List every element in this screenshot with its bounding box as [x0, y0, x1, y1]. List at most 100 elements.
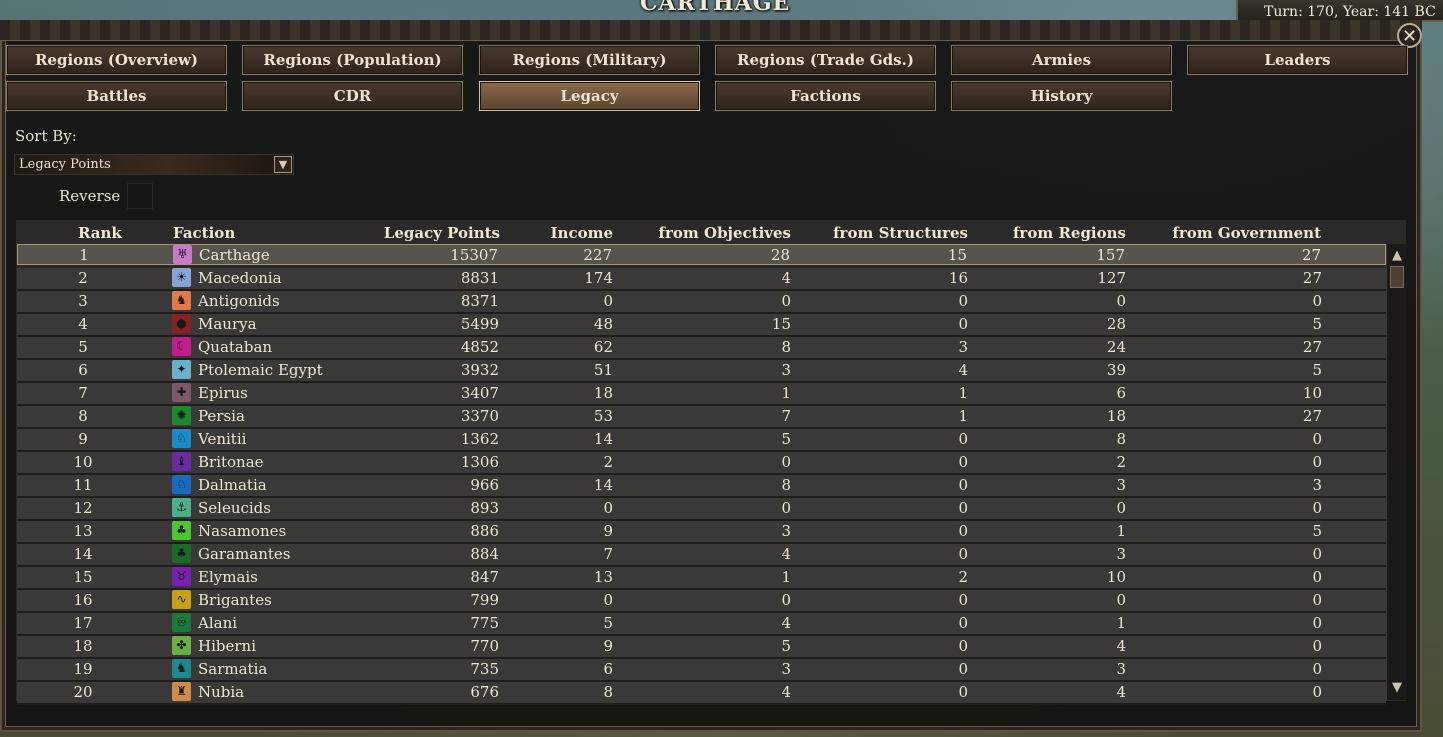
- from-objectives-cell: 8: [781, 476, 791, 494]
- legacy-points-cell: 893: [470, 499, 499, 517]
- tab-factions[interactable]: Factions: [715, 81, 936, 111]
- faction-name-cell[interactable]: Hiberni: [198, 637, 256, 655]
- table-row[interactable]: 3 ♞ Antigonids 8371 0 0 0 0 0: [17, 291, 1386, 314]
- legacy-points-cell: 8831: [460, 269, 499, 287]
- faction-name-cell[interactable]: Nasamones: [198, 522, 286, 540]
- tab-regions-trade-gds[interactable]: Regions (Trade Gds.): [715, 45, 936, 75]
- table-row[interactable]: 5 ☾ Quataban 4852 62 8 3 24 27: [17, 337, 1386, 360]
- tab-leaders[interactable]: Leaders: [1187, 45, 1408, 75]
- faction-name-cell[interactable]: Britonae: [198, 453, 264, 471]
- legacy-points-cell: 847: [470, 568, 499, 586]
- faction-name-cell[interactable]: Maurya: [198, 315, 257, 333]
- table-row[interactable]: 19 ♞ Sarmatia 735 6 3 0 3 0: [17, 659, 1386, 682]
- col-header-income[interactable]: Income: [551, 224, 613, 242]
- table-row[interactable]: 13 ♣ Nasamones 886 9 3 0 1 5: [17, 521, 1386, 544]
- tab-armies[interactable]: Armies: [951, 45, 1172, 75]
- faction-name-cell[interactable]: Elymais: [198, 568, 258, 586]
- table-row[interactable]: 9 ♘ Venitii 1362 14 5 0 8 0: [17, 429, 1386, 452]
- beast-icon: ♞: [172, 291, 191, 310]
- rank-cell: 19: [73, 660, 93, 678]
- faction-name-cell[interactable]: Macedonia: [198, 269, 282, 287]
- table-row[interactable]: 10 ♝ Britonae 1306 2 0 0 2 0: [17, 452, 1386, 475]
- table-row[interactable]: 7 ✚ Epirus 3407 18 1 1 6 10: [17, 383, 1386, 406]
- col-header-legacy-points[interactable]: Legacy Points: [384, 224, 500, 242]
- col-header-rank[interactable]: Rank: [78, 224, 122, 242]
- from-regions-cell: 28: [1106, 315, 1126, 333]
- table-row[interactable]: 17 ♾ Alani 775 5 4 0 1 0: [17, 613, 1386, 636]
- tab-battles[interactable]: Battles: [6, 81, 227, 111]
- table-row[interactable]: 15 ♉ Elymais 847 13 1 2 10 0: [17, 567, 1386, 590]
- tab-history[interactable]: History: [951, 81, 1172, 111]
- from-objectives-cell: 1: [781, 568, 791, 586]
- faction-name-cell[interactable]: Nubia: [198, 683, 244, 701]
- from-government-cell: 0: [1312, 683, 1322, 701]
- from-structures-cell: 1: [958, 384, 968, 402]
- tab-legacy[interactable]: Legacy: [479, 81, 700, 111]
- reverse-label: Reverse: [59, 187, 121, 205]
- faction-name-cell[interactable]: Seleucids: [198, 499, 271, 517]
- tab-regions-military[interactable]: Regions (Military): [479, 45, 700, 75]
- eagle-icon: ✚: [172, 383, 191, 402]
- table-row[interactable]: 4 ● Maurya 5499 48 15 0 28 5: [17, 314, 1386, 337]
- tree-icon: ♣: [172, 544, 191, 563]
- faction-name-cell[interactable]: Garamantes: [198, 545, 290, 563]
- tab-regions-overview[interactable]: Regions (Overview): [6, 45, 227, 75]
- from-structures-cell: 0: [958, 591, 968, 609]
- table-row[interactable]: 12 ⚓ Seleucids 893 0 0 0 0 0: [17, 498, 1386, 521]
- faction-name-cell[interactable]: Sarmatia: [198, 660, 267, 678]
- from-government-cell: 0: [1312, 430, 1322, 448]
- faction-name-cell[interactable]: Carthage: [199, 246, 270, 264]
- faction-name-cell[interactable]: Epirus: [198, 384, 248, 402]
- from-structures-cell: 0: [958, 499, 968, 517]
- table-row[interactable]: 20 ♜ Nubia 676 8 4 0 4 0: [17, 682, 1386, 705]
- panel-top-border: [0, 20, 1422, 41]
- col-header-faction[interactable]: Faction: [173, 224, 235, 242]
- scroll-thumb[interactable]: [1390, 266, 1404, 288]
- table-row[interactable]: 1 ♅ Carthage 15307 227 28 15 157 27: [17, 244, 1386, 265]
- income-cell: 48: [593, 315, 613, 333]
- from-structures-cell: 0: [958, 660, 968, 678]
- legacy-points-cell: 735: [470, 660, 499, 678]
- rank-cell: 3: [78, 292, 88, 310]
- faction-name-cell[interactable]: Brigantes: [198, 591, 272, 609]
- tab-cdr[interactable]: CDR: [242, 81, 463, 111]
- from-objectives-cell: 4: [781, 614, 791, 632]
- table-row[interactable]: 11 ♘ Dalmatia 966 14 8 0 3 3: [17, 475, 1386, 498]
- faction-name-cell[interactable]: Antigonids: [198, 292, 280, 310]
- income-cell: 9: [603, 637, 613, 655]
- legacy-points-cell: 3370: [460, 407, 499, 425]
- legacy-points-cell: 15307: [450, 246, 498, 264]
- from-objectives-cell: 3: [781, 660, 791, 678]
- table-row[interactable]: 6 ✦ Ptolemaic Egypt 3932 51 3 4 39 5: [17, 360, 1386, 383]
- faction-name-cell[interactable]: Alani: [198, 614, 237, 632]
- col-header-from-regions[interactable]: from Regions: [1013, 224, 1126, 242]
- from-structures-cell: 3: [958, 338, 968, 356]
- table-row[interactable]: 2 ☀ Macedonia 8831 174 4 16 127 27: [17, 268, 1386, 291]
- col-header-from-structures[interactable]: from Structures: [833, 224, 968, 242]
- from-regions-cell: 3: [1116, 476, 1126, 494]
- faction-name-cell[interactable]: Quataban: [198, 338, 272, 356]
- table-scrollbar[interactable]: ▲ ▼: [1386, 244, 1407, 700]
- faction-name-cell[interactable]: Ptolemaic Egypt: [198, 361, 323, 379]
- faction-name-cell[interactable]: Dalmatia: [198, 476, 267, 494]
- col-header-from-government[interactable]: from Government: [1172, 224, 1321, 242]
- sort-by-dropdown[interactable]: Legacy Points ▼: [14, 154, 294, 175]
- reverse-checkbox[interactable]: [127, 183, 153, 209]
- scroll-down-icon[interactable]: ▼: [1389, 680, 1405, 696]
- table-row[interactable]: 16 ∿ Brigantes 799 0 0 0 0 0: [17, 590, 1386, 613]
- income-cell: 9: [603, 522, 613, 540]
- chevron-down-icon[interactable]: ▼: [274, 156, 292, 173]
- table-row[interactable]: 8 ✺ Persia 3370 53 7 1 18 27: [17, 406, 1386, 429]
- scroll-up-icon[interactable]: ▲: [1389, 248, 1405, 264]
- legacy-points-cell: 1306: [460, 453, 499, 471]
- from-structures-cell: 0: [958, 522, 968, 540]
- tab-regions-population[interactable]: Regions (Population): [242, 45, 463, 75]
- from-structures-cell: 0: [958, 476, 968, 494]
- faction-name-cell[interactable]: Venitii: [198, 430, 246, 448]
- faction-name-cell[interactable]: Persia: [198, 407, 245, 425]
- from-government-cell: 0: [1312, 545, 1322, 563]
- table-row[interactable]: 18 ✤ Hiberni 770 9 5 0 4 0: [17, 636, 1386, 659]
- col-header-from-objectives[interactable]: from Objectives: [659, 224, 791, 242]
- table-row[interactable]: 14 ♣ Garamantes 884 7 4 0 3 0: [17, 544, 1386, 567]
- from-objectives-cell: 4: [781, 269, 791, 287]
